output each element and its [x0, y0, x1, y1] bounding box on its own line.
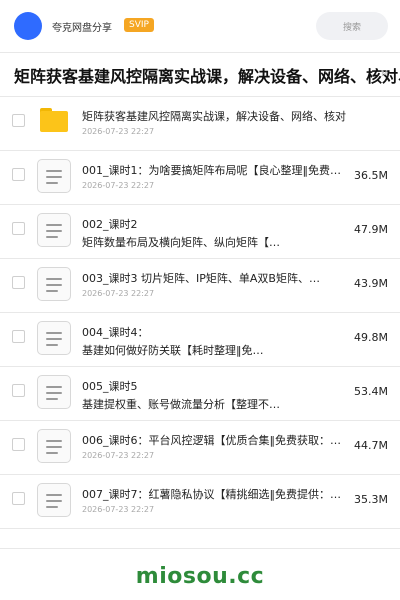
- file-name: 002_课时2: [82, 218, 138, 231]
- list-bottom-divider: [0, 548, 400, 549]
- row-checkbox[interactable]: [12, 222, 25, 235]
- row-checkbox[interactable]: [12, 384, 25, 397]
- file-date: 2026-07-23 22:27: [82, 127, 155, 136]
- svip-badge: SVIP: [124, 18, 154, 32]
- file-date: 2026-07-23 22:27: [82, 289, 155, 298]
- file-name: 007_课时7：红薯隐私协议【精挑细选‖免费提供：…: [82, 488, 341, 501]
- row-checkbox[interactable]: [12, 276, 25, 289]
- file-row[interactable]: 001_课时1：为啥要搞矩阵布局呢【良心整理‖免费… 2026-07-23 22:…: [0, 150, 400, 204]
- file-row[interactable]: 004_课时4： 基建如何做好防关联【耗时整理‖免… 49.8M: [0, 312, 400, 366]
- row-divider: [0, 528, 400, 529]
- folder-row[interactable]: 矩阵获客基建风控隔离实战课，解决设备、网络、核对、… 2026-07-23 22:…: [0, 96, 400, 150]
- title-size-hint: M: [381, 69, 388, 78]
- header-divider: [0, 52, 400, 53]
- file-name: 矩阵获客基建风控隔离实战课，解决设备、网络、核对、…: [82, 110, 346, 123]
- document-icon: [37, 375, 71, 409]
- file-size: 43.9M: [354, 277, 388, 290]
- file-row[interactable]: 007_课时7：红薯隐私协议【精挑细选‖免费提供：… 2026-07-23 22:…: [0, 474, 400, 528]
- file-size: 53.4M: [354, 385, 388, 398]
- document-icon: [37, 483, 71, 517]
- row-checkbox[interactable]: [12, 168, 25, 181]
- watermark: miosou.cc: [135, 564, 265, 589]
- file-name: 006_课时6：平台风控逻辑【优质合集‖免费获取：…: [82, 434, 341, 447]
- row-checkbox[interactable]: [12, 492, 25, 505]
- share-title: 矩阵获客基建风控隔离实战课，解决设备、网络、核对、卡: [14, 67, 400, 86]
- file-name: 005_课时5: [82, 380, 138, 393]
- file-row[interactable]: 003_课时3 切片矩阵、IP矩阵、单A双B矩阵、… 2026-07-23 22:…: [0, 258, 400, 312]
- file-size: 36.5M: [354, 169, 388, 182]
- file-name-line2: 基建如何做好防关联【耗时整理‖免…: [82, 344, 264, 357]
- row-checkbox[interactable]: [12, 114, 25, 127]
- file-name-line2: 矩阵数量布局及横向矩阵、纵向矩阵【…: [82, 236, 280, 249]
- file-size: 49.8M: [354, 331, 388, 344]
- file-row[interactable]: 002_课时2 矩阵数量布局及横向矩阵、纵向矩阵【… 47.9M: [0, 204, 400, 258]
- file-size: 47.9M: [354, 223, 388, 236]
- row-checkbox[interactable]: [12, 330, 25, 343]
- file-name: 004_课时4：: [82, 326, 149, 339]
- avatar[interactable]: [14, 12, 42, 40]
- folder-icon: [40, 108, 68, 132]
- document-icon: [37, 321, 71, 355]
- document-icon: [37, 267, 71, 301]
- file-size: 35.3M: [354, 493, 388, 506]
- file-name-line2: 基建提权重、账号做流量分析【整理不…: [82, 398, 280, 411]
- row-checkbox[interactable]: [12, 438, 25, 451]
- document-icon: [37, 429, 71, 463]
- document-icon: [37, 213, 71, 247]
- file-row[interactable]: 006_课时6：平台风控逻辑【优质合集‖免费获取：… 2026-07-23 22:…: [0, 420, 400, 474]
- file-date: 2026-07-23 22:27: [82, 451, 155, 460]
- file-name: 003_课时3 切片矩阵、IP矩阵、单A双B矩阵、…: [82, 272, 320, 285]
- file-date: 2026-07-23 22:27: [82, 181, 155, 190]
- top-bar: 夸克网盘分享 SVIP 搜索: [0, 0, 400, 52]
- file-row[interactable]: 005_课时5 基建提权重、账号做流量分析【整理不… 53.4M: [0, 366, 400, 420]
- share-username: 夸克网盘分享: [52, 23, 112, 34]
- file-name: 001_课时1：为啥要搞矩阵布局呢【良心整理‖免费…: [82, 164, 341, 177]
- document-icon: [37, 159, 71, 193]
- file-date: 2026-07-23 22:27: [82, 505, 155, 514]
- search-button[interactable]: 搜索: [316, 12, 388, 40]
- search-label: 搜索: [342, 22, 361, 33]
- file-size: 44.7M: [354, 439, 388, 452]
